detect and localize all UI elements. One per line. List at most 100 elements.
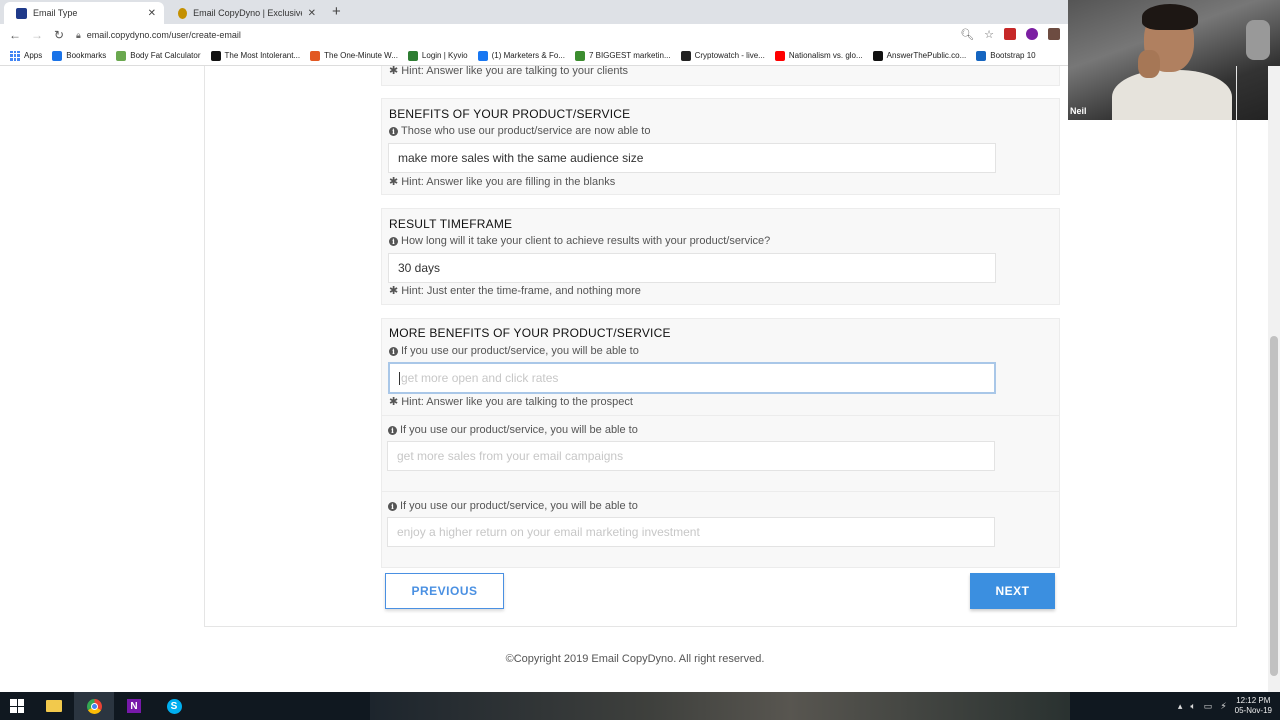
clock[interactable]: 12:12 PM 05-Nov-19 (1235, 696, 1272, 716)
bookmark-icon (680, 50, 691, 61)
bookmark-label: Bookmarks (66, 51, 107, 60)
network-icon[interactable]: ▭ (1204, 701, 1213, 712)
bookmark-label: Bootstrap 10 (990, 51, 1036, 60)
forward-icon[interactable]: → (26, 28, 48, 42)
asterisk-icon: ✱ (389, 65, 399, 77)
onenote-icon[interactable]: N (114, 692, 154, 720)
microphone-icon (1246, 20, 1270, 60)
bookmark-icon (310, 50, 321, 61)
close-tab-icon[interactable]: ✕ (148, 8, 156, 19)
bookmark-icon (872, 50, 883, 61)
question: i Those who use our product/service are … (389, 125, 650, 137)
bookmark-label: 7 BIGGEST marketin... (588, 51, 671, 60)
extension-icon[interactable] (1004, 28, 1016, 40)
page-scrollbar[interactable] (1268, 66, 1280, 692)
chrome-icon[interactable] (74, 692, 114, 720)
chevron-up-icon[interactable]: ▴ (1178, 701, 1183, 712)
timeframe-section: RESULT TIMEFRAME i How long will it take… (381, 208, 1060, 305)
question: i If you use our product/service, you wi… (388, 424, 638, 436)
site-favicon-icon (16, 7, 27, 19)
info-icon: i (389, 126, 398, 136)
bookmark-label: Body Fat Calculator (130, 51, 201, 60)
bookmark-item[interactable]: Nationalism vs. glo... (774, 50, 863, 61)
timeframe-input[interactable]: 30 days (388, 253, 996, 283)
bookmark-icon (477, 50, 488, 61)
copyright-text: ©Copyright 2019 Email CopyDyno. All righ… (505, 653, 765, 665)
bookmark-icon (210, 50, 221, 61)
more-benefit-input-1[interactable]: get more open and click rates (388, 362, 996, 394)
benefits-input[interactable]: make more sales with the same audience s… (388, 143, 996, 173)
bookmark-item[interactable]: The One-Minute W... (310, 50, 398, 61)
windows-taskbar: N S ▴ 🔈︎ ▭ ⚡︎ 12:12 PM 05-Nov-19 (0, 692, 1280, 720)
zoom-icon[interactable]: 🔍︎ (960, 28, 974, 41)
bookmark-icon (774, 50, 785, 61)
start-button[interactable] (0, 692, 34, 720)
divider (382, 491, 1059, 492)
bookmark-item[interactable]: Body Fat Calculator (116, 50, 201, 61)
bookmark-item[interactable]: Cryptowatch - live... (680, 50, 765, 61)
bookmark-item[interactable]: (1) Marketers & Fo... (477, 50, 565, 61)
bookmark-item[interactable]: Bootstrap 10 (976, 50, 1036, 61)
question: i How long will it take your client to a… (389, 235, 770, 247)
info-icon: i (388, 501, 397, 511)
bookmark-label: Nationalism vs. glo... (788, 51, 863, 60)
hint: ✱ Hint: Answer like you are talking to y… (389, 64, 629, 78)
extension-icon[interactable] (1048, 28, 1060, 40)
tab-title: Email CopyDyno | Exclusive Offe (193, 8, 302, 18)
hint: ✱ Hint: Answer like you are talking to t… (389, 395, 633, 409)
bookmark-label: AnswerThePublic.co... (886, 51, 967, 60)
bookmarks-bar: Apps Bookmarks Body Fat Calculator The Most… (0, 46, 1068, 66)
divider (382, 415, 1059, 416)
bookmark-icon (407, 50, 418, 61)
bookmark-label: The One-Minute W... (324, 51, 398, 60)
bookmark-item[interactable]: The Most Intolerant... (210, 50, 301, 61)
info-icon: i (389, 346, 398, 356)
screen: Email Type ✕ Email CopyDyno | Exclusive … (0, 0, 1280, 720)
bookmark-label: (1) Marketers & Fo... (491, 51, 565, 60)
bookmark-icon (976, 50, 987, 61)
bookmark-item[interactable]: Login | Kyvio (407, 50, 468, 61)
more-benefit-input-3[interactable]: enjoy a higher return on your email mark… (387, 517, 995, 547)
bookmark-icon (10, 50, 20, 61)
section-title: BENEFITS OF YOUR PRODUCT/SERVICE (389, 107, 631, 121)
star-icon[interactable]: ☆ (984, 28, 994, 41)
bookmark-icon (116, 50, 127, 61)
site-favicon-icon (178, 7, 188, 19)
bookmark-item[interactable]: Apps (10, 50, 43, 61)
close-tab-icon[interactable]: ✕ (308, 8, 316, 19)
bookmark-item[interactable]: Bookmarks (52, 50, 107, 61)
tab-email-type[interactable]: Email Type ✕ (4, 2, 164, 24)
scrollbar-thumb[interactable] (1270, 336, 1278, 676)
next-button[interactable]: NEXT (970, 573, 1055, 609)
info-icon: i (389, 236, 398, 246)
bookmark-label: Cryptowatch - live... (694, 51, 765, 60)
address-bar[interactable]: 🔒︎ email.copydyno.com/user/create-email (76, 30, 241, 41)
skype-icon[interactable]: S (154, 692, 194, 720)
browser-tab-bar: Email Type ✕ Email CopyDyno | Exclusive … (0, 0, 1068, 24)
bookmark-item[interactable]: 7 BIGGEST marketin... (574, 50, 671, 61)
asterisk-icon: ✱ (389, 396, 399, 408)
browser-toolbar: ← → ↻ 🔒︎ email.copydyno.com/user/create-… (0, 24, 1068, 46)
previous-section: ✱ Hint: Answer like you are talking to y… (381, 64, 1060, 86)
asterisk-icon: ✱ (389, 285, 399, 297)
tab-exclusive-offer[interactable]: Email CopyDyno | Exclusive Offe ✕ (166, 2, 324, 24)
hint: ✱ Hint: Just enter the time-frame, and n… (389, 284, 641, 298)
back-icon[interactable]: ← (4, 28, 26, 42)
reload-icon[interactable]: ↻ (48, 28, 70, 42)
taskbar-background (370, 692, 1070, 720)
toolbar-icons: 🔍︎ ☆ (960, 28, 1060, 41)
bookmark-item[interactable]: AnswerThePublic.co... (872, 50, 967, 61)
extension-icon[interactable] (1026, 28, 1038, 40)
power-icon[interactable]: ⚡︎ (1220, 701, 1226, 712)
more-benefits-section: MORE BENEFITS OF YOUR PRODUCT/SERVICE i … (381, 318, 1060, 568)
system-tray: ▴ 🔈︎ ▭ ⚡︎ 12:12 PM 05-Nov-19 (1178, 696, 1272, 716)
previous-button[interactable]: PREVIOUS (385, 573, 504, 609)
volume-icon[interactable]: 🔈︎ (1190, 701, 1195, 712)
section-title: MORE BENEFITS OF YOUR PRODUCT/SERVICE (389, 326, 671, 340)
bookmark-label: Apps (24, 51, 43, 60)
file-explorer-icon[interactable] (34, 692, 74, 720)
bookmark-label: The Most Intolerant... (224, 51, 301, 60)
more-benefit-input-2[interactable]: get more sales from your email campaigns (387, 441, 995, 471)
hint: ✱ Hint: Answer like you are filling in t… (389, 175, 616, 189)
new-tab-icon[interactable]: + (332, 3, 341, 20)
